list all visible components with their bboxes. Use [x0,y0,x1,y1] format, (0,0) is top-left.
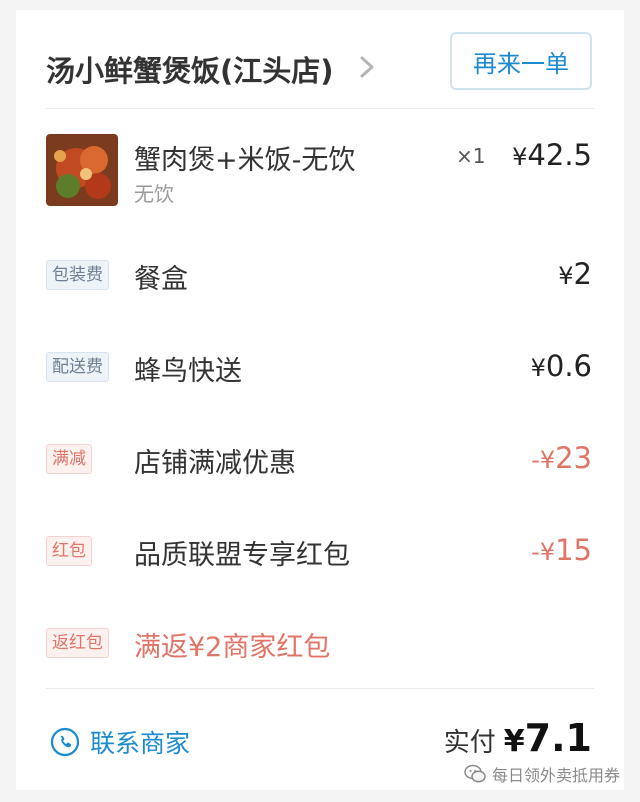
item-spec: 无饮 [134,182,174,206]
tag-discount: 满减 [46,444,92,474]
delivery-price: ¥0.6 [531,349,592,383]
discount-price: -¥23 [531,441,592,475]
item-price-value: 42.5 [527,138,592,172]
order-card: 汤小鲜蟹煲饭(江头店) 再来一单 蟹肉煲+米饭-无饮 无饮 ×1 ¥42.5 包… [16,10,624,790]
tag-packaging-fee: 包装费 [46,260,109,290]
return-red-packet-label: 满返¥2商家红包 [134,632,331,663]
item-price: ¥42.5 [512,138,592,172]
tag-red-packet: 红包 [46,536,92,566]
item-name: 蟹肉煲+米饭-无饮 [134,145,356,176]
tag-delivery-fee: 配送费 [46,352,109,382]
reorder-button[interactable]: 再来一单 [450,32,592,90]
divider [46,688,594,689]
watermark-text: 每日领外卖抵用券 [492,766,621,785]
currency-symbol: -¥ [531,446,556,474]
food-thumbnail [46,134,118,206]
currency-symbol: ¥ [558,262,574,290]
red-packet-price: -¥15 [531,533,592,567]
phone-icon [50,727,80,757]
currency-symbol: ¥ [512,143,528,171]
shop-name[interactable]: 汤小鲜蟹煲饭(江头店) [46,48,334,90]
red-packet-price-value: 15 [555,533,592,567]
divider [46,108,594,109]
wechat-icon [464,764,486,783]
item-quantity: ×1 [456,144,486,168]
currency-symbol: ¥ [503,724,525,759]
contact-merchant-button[interactable]: 联系商家 [50,724,190,760]
currency-symbol: -¥ [531,538,556,566]
delivery-price-value: 0.6 [545,349,592,383]
watermark: 每日领外卖抵用券 [464,762,620,786]
currency-symbol: ¥ [530,354,546,382]
paid-amount-value: 7.1 [524,716,592,760]
packaging-price: ¥2 [558,257,592,291]
packaging-label: 餐盒 [134,264,188,295]
tag-return-red-packet: 返红包 [46,628,109,658]
discount-label: 店铺满减优惠 [134,448,296,479]
delivery-label: 蜂鸟快送 [134,356,242,387]
discount-price-value: 23 [555,441,592,475]
paid-total: 实付 ¥7.1 [444,716,592,760]
red-packet-label: 品质联盟专享红包 [134,540,350,571]
packaging-price-value: 2 [573,257,592,291]
paid-amount: ¥7.1 [504,716,592,760]
contact-merchant-label: 联系商家 [90,729,191,758]
paid-label: 实付 [443,728,496,758]
chevron-right-icon[interactable] [356,52,378,82]
